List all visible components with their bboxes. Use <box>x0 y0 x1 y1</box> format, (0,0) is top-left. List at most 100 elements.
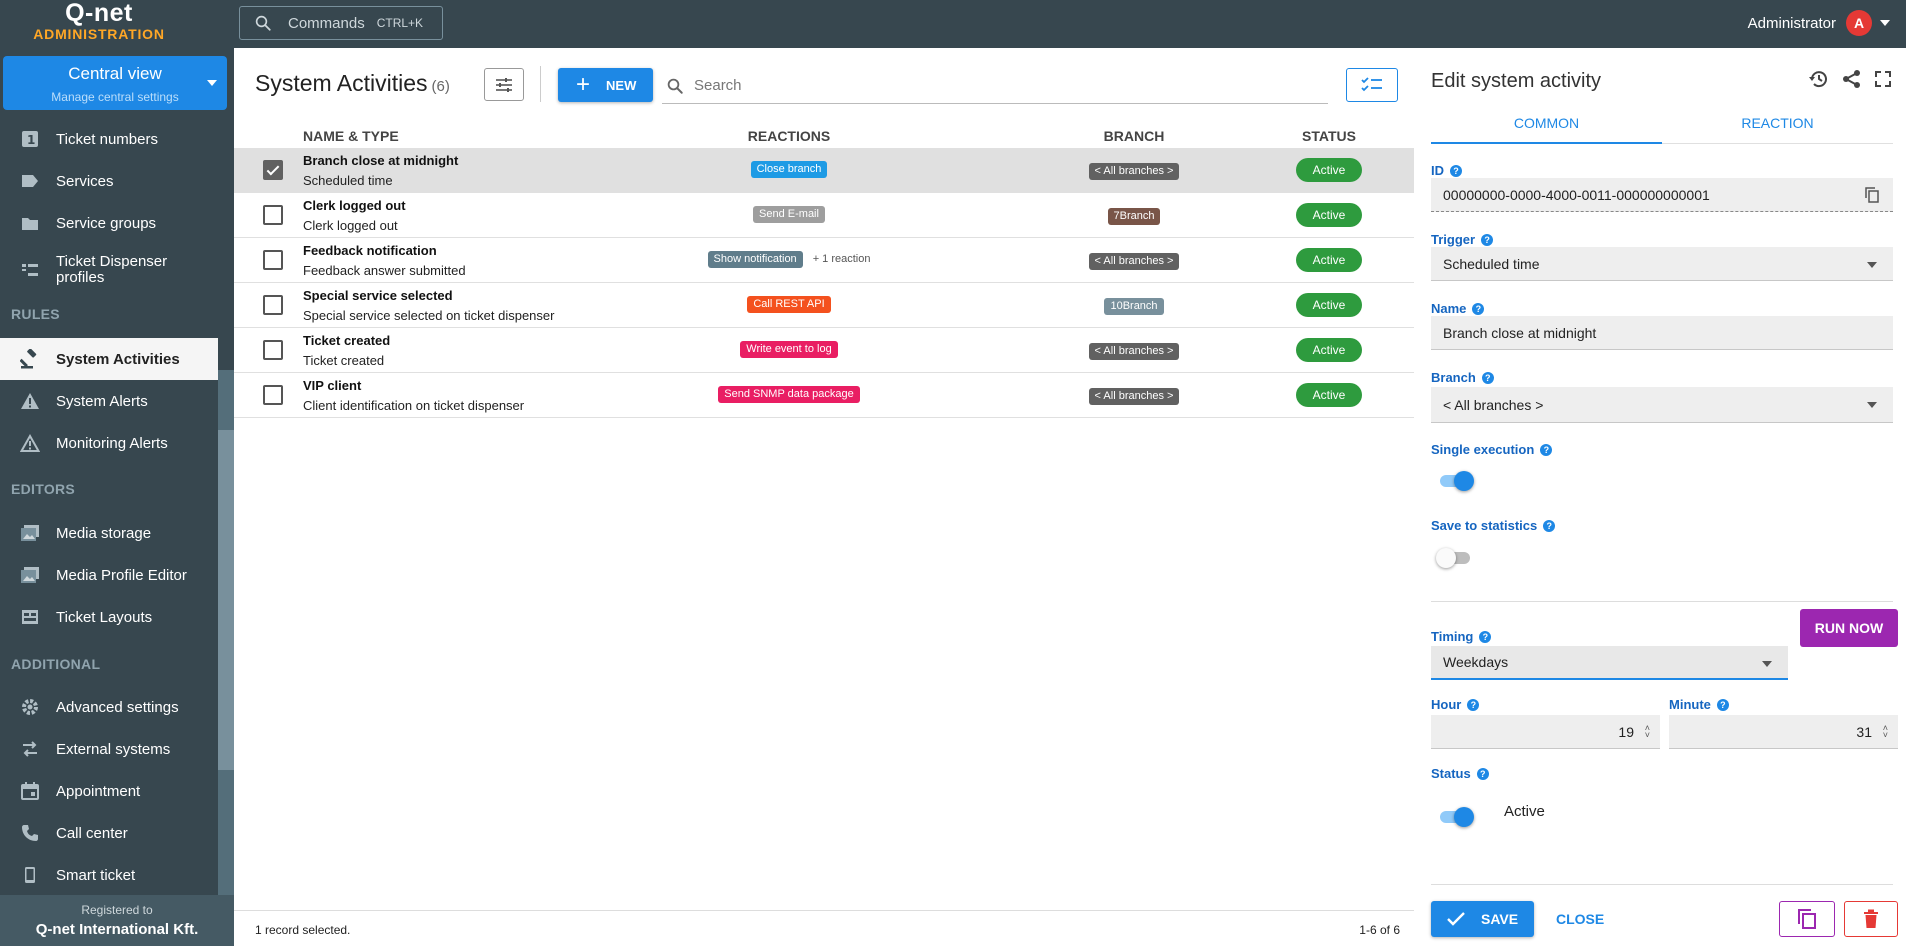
duplicate-button[interactable] <box>1779 901 1835 937</box>
status-cell: Active <box>1294 293 1364 317</box>
activity-name: VIP client <box>303 378 362 393</box>
branch-select[interactable]: < All branches > <box>1431 387 1893 423</box>
row-checkbox[interactable] <box>263 250 283 270</box>
history-icon[interactable] <box>1808 68 1830 90</box>
share-icon[interactable] <box>1842 69 1862 89</box>
table-row[interactable]: Branch close at midnight Scheduled time Cl… <box>234 148 1414 193</box>
sidebar-item-monitoring-alerts[interactable]: Monitoring Alerts <box>0 422 218 464</box>
branch-value: < All branches > <box>1443 396 1544 413</box>
branch-tag: < All branches > <box>1088 388 1180 405</box>
commands-button[interactable]: Commands CTRL+K <box>239 6 443 40</box>
hour-stepper[interactable]: 19 ˄ ˅ <box>1431 715 1660 749</box>
activity-type: Special service selected on ticket dispe… <box>303 308 555 323</box>
sidebar-item-ticket-dispenser-profiles[interactable]: Ticket Dispenser profiles <box>0 245 218 295</box>
new-button[interactable]: + NEW <box>558 68 653 102</box>
chevron-down-icon <box>207 80 217 86</box>
run-now-button[interactable]: RUN NOW <box>1800 609 1898 647</box>
sidebar-item-appointment[interactable]: Appointment <box>0 770 218 812</box>
status-toggle[interactable] <box>1440 807 1474 827</box>
delete-button[interactable] <box>1844 901 1898 937</box>
section-editors-title: EDITORS <box>11 481 76 497</box>
name-input[interactable]: Branch close at midnight <box>1431 316 1893 350</box>
close-button[interactable]: CLOSE <box>1556 911 1604 927</box>
copy-icon[interactable] <box>1865 187 1879 206</box>
branch-tag: 7Branch <box>1107 208 1161 225</box>
save-to-statistics-toggle[interactable] <box>1436 548 1470 568</box>
multi-select-toggle-button[interactable] <box>1346 68 1398 102</box>
spinner-icon[interactable]: ˄ ˅ <box>1883 724 1888 740</box>
tab-common[interactable]: COMMON <box>1431 108 1662 144</box>
row-checkbox[interactable] <box>263 340 283 360</box>
help-icon[interactable]: ? <box>1479 630 1492 643</box>
help-icon[interactable]: ? <box>1467 698 1480 711</box>
check-icon <box>1447 912 1465 926</box>
sidebar-scrollbar[interactable] <box>218 370 234 930</box>
registration-footer: Registered to Q-net International Kft. <box>0 895 234 946</box>
table-row[interactable]: Clerk logged out Clerk logged out Send E-m… <box>234 193 1414 238</box>
sidebar-item-label: Monitoring Alerts <box>56 434 168 452</box>
spinner-icon[interactable]: ˄ ˅ <box>1645 724 1650 740</box>
table-row[interactable]: Feedback notification Feedback answer sub… <box>234 238 1414 283</box>
branch-tag: < All branches > <box>1088 343 1180 360</box>
row-checkbox[interactable] <box>263 385 283 405</box>
user-menu[interactable]: Administrator A <box>1748 0 1890 46</box>
dispenser-icon <box>20 263 40 277</box>
search-input[interactable]: Search <box>662 68 1328 104</box>
images-edit-icon <box>20 566 40 584</box>
trigger-select[interactable]: Scheduled time <box>1431 247 1893 281</box>
timing-select[interactable]: Weekdays <box>1431 646 1788 680</box>
sidebar-item-ticket-layouts[interactable]: Ticket Layouts <box>0 596 218 638</box>
help-icon[interactable]: ? <box>1481 233 1494 246</box>
help-icon[interactable]: ? <box>1450 164 1462 177</box>
minute-stepper[interactable]: 31 ˄ ˅ <box>1669 715 1898 749</box>
panel-title: Edit system activity <box>1431 70 1602 92</box>
sidebar-item-label: Call center <box>56 824 128 842</box>
section-additional-title: ADDITIONAL <box>11 656 101 672</box>
help-icon[interactable]: ? <box>1476 767 1489 780</box>
row-checkbox[interactable] <box>263 295 283 315</box>
reaction-tag: Show notification <box>707 251 803 268</box>
table-row[interactable]: Ticket created Ticket created Write event … <box>234 328 1414 373</box>
sidebar-item-media-profile-editor[interactable]: Media Profile Editor <box>0 554 218 596</box>
help-icon[interactable]: ? <box>1481 371 1494 384</box>
row-checkbox[interactable] <box>263 205 283 225</box>
divider <box>1431 884 1893 885</box>
column-status[interactable]: STATUS <box>1294 128 1364 144</box>
sidebar-item-label: System Alerts <box>56 392 148 410</box>
sidebar-item-external-systems[interactable]: External systems <box>0 728 218 770</box>
single-execution-toggle[interactable] <box>1440 471 1474 491</box>
save-button[interactable]: SAVE <box>1431 901 1534 937</box>
help-icon[interactable]: ? <box>1540 443 1553 456</box>
table-row[interactable]: VIP client Client identification on ticke… <box>234 373 1414 418</box>
help-icon[interactable]: ? <box>1472 302 1485 315</box>
hour-value: 19 <box>1618 723 1634 740</box>
central-view-selector[interactable]: Central view Manage central settings <box>3 56 227 110</box>
tab-reaction[interactable]: REACTION <box>1662 108 1893 144</box>
column-branch[interactable]: BRANCH <box>1054 128 1214 144</box>
column-name-type[interactable]: NAME & TYPE <box>303 128 399 144</box>
sidebar-item-advanced-settings[interactable]: Advanced settings <box>0 686 218 728</box>
status-badge: Active <box>1296 338 1362 362</box>
sidebar-item-system-activities[interactable]: System Activities <box>0 338 218 380</box>
help-icon[interactable]: ? <box>1543 519 1556 532</box>
fullscreen-icon[interactable] <box>1874 70 1892 88</box>
column-reactions[interactable]: REACTIONS <box>634 128 944 144</box>
sidebar-item-ticket-numbers[interactable]: 1 Ticket numbers <box>0 118 218 160</box>
app-logo[interactable]: Q-net ADMINISTRATION <box>0 0 198 48</box>
sidebar-item-service-groups[interactable]: Service groups <box>0 202 218 244</box>
branch-cell: < All branches > <box>1054 341 1214 360</box>
sidebar-item-services[interactable]: Services <box>0 160 218 202</box>
activity-name: Feedback notification <box>303 243 437 258</box>
warning-outline-icon <box>20 434 40 452</box>
top-bar: Q-net ADMINISTRATION Commands CTRL+K Adm… <box>0 0 1906 48</box>
sidebar-item-media-storage[interactable]: Media storage <box>0 512 218 554</box>
sidebar-item-system-alerts[interactable]: System Alerts <box>0 380 218 422</box>
scrollbar-thumb[interactable] <box>218 430 234 770</box>
sidebar-item-smart-ticket[interactable]: Smart ticket <box>0 854 218 896</box>
row-checkbox[interactable] <box>263 160 283 180</box>
filter-button[interactable] <box>484 68 524 101</box>
help-icon[interactable]: ? <box>1716 698 1729 711</box>
sidebar-item-call-center[interactable]: Call center <box>0 812 218 854</box>
sidebar-item-label: Media Profile Editor <box>56 566 187 584</box>
table-row[interactable]: Special service selected Special service … <box>234 283 1414 328</box>
